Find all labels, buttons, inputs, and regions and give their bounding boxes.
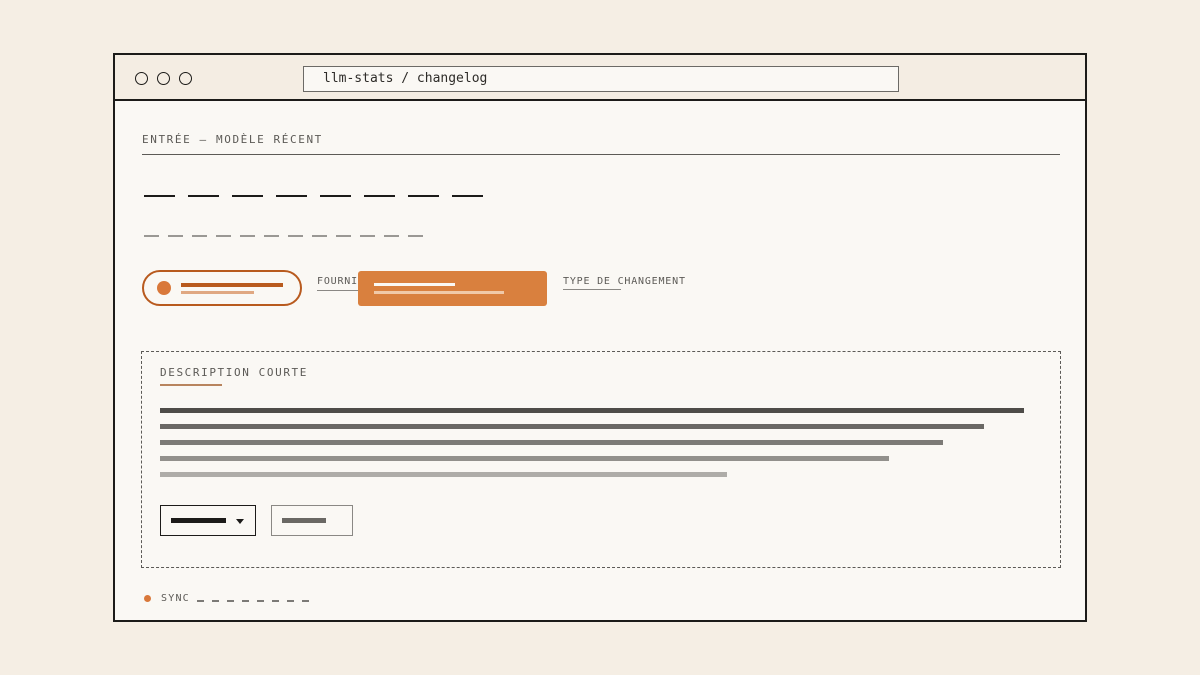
window-close-control[interactable]	[135, 72, 148, 85]
title-bar: llm-stats / changelog	[115, 55, 1085, 101]
placeholder-dash	[384, 235, 399, 237]
placeholder-dash	[144, 235, 159, 237]
section-title: ENTRÉE — MODÈLE RÉCENT	[142, 133, 323, 146]
placeholder-dash	[232, 195, 263, 197]
description-panel: DESCRIPTION COURTE	[141, 351, 1061, 568]
description-line	[160, 440, 943, 445]
placeholder-dash	[242, 600, 249, 602]
placeholder-dash	[408, 195, 439, 197]
placeholder-dash	[360, 235, 375, 237]
placeholder-dash	[272, 600, 279, 602]
description-line	[160, 456, 889, 461]
window-minimize-control[interactable]	[157, 72, 170, 85]
placeholder-dash	[144, 195, 175, 197]
placeholder-dash	[197, 600, 204, 602]
placeholder-dash	[168, 235, 183, 237]
chevron-down-icon	[236, 519, 244, 524]
provider-dropdown-selected[interactable]	[358, 271, 547, 306]
placeholder-dash	[312, 235, 327, 237]
dropdown-option-sub-placeholder	[374, 291, 504, 294]
change-type-label[interactable]: TYPE DE CHANGEMENT	[563, 276, 686, 287]
select-value-placeholder	[171, 518, 226, 523]
status-pill[interactable]	[142, 270, 302, 306]
placeholder-dash	[287, 600, 294, 602]
placeholder-dash	[320, 195, 351, 197]
dropdown-option-placeholder	[374, 283, 455, 286]
placeholder-dash	[264, 235, 279, 237]
window-maximize-control[interactable]	[179, 72, 192, 85]
placeholder-dash	[212, 600, 219, 602]
category-select[interactable]	[160, 505, 256, 536]
placeholder-dash	[240, 235, 255, 237]
browser-window: llm-stats / changelog ENTRÉE — MODÈLE RÉ…	[113, 53, 1087, 622]
placeholder-dash	[216, 235, 231, 237]
change-type-underline	[563, 289, 621, 290]
placeholder-dash	[408, 235, 423, 237]
address-bar[interactable]: llm-stats / changelog	[303, 66, 899, 92]
button-label-placeholder	[282, 518, 326, 523]
placeholder-dash	[227, 600, 234, 602]
section-divider	[142, 154, 1060, 155]
status-dot-icon	[157, 281, 171, 295]
description-title: DESCRIPTION COURTE	[160, 366, 309, 379]
pill-subtext-placeholder	[181, 291, 254, 294]
placeholder-dash	[288, 235, 303, 237]
sync-label: SYNC	[161, 593, 190, 604]
placeholder-dash	[452, 195, 483, 197]
description-title-underline	[160, 384, 222, 386]
sync-status-dot-icon	[144, 595, 151, 602]
description-line	[160, 424, 984, 429]
placeholder-dash	[364, 195, 395, 197]
placeholder-dash	[192, 235, 207, 237]
placeholder-dash	[276, 195, 307, 197]
provider-underline	[317, 290, 361, 291]
placeholder-dash	[302, 600, 309, 602]
placeholder-dash	[257, 600, 264, 602]
description-line	[160, 408, 1024, 413]
placeholder-dash	[336, 235, 351, 237]
placeholder-dash	[188, 195, 219, 197]
description-line	[160, 472, 727, 477]
secondary-button[interactable]	[271, 505, 353, 536]
pill-text-placeholder	[181, 283, 283, 287]
